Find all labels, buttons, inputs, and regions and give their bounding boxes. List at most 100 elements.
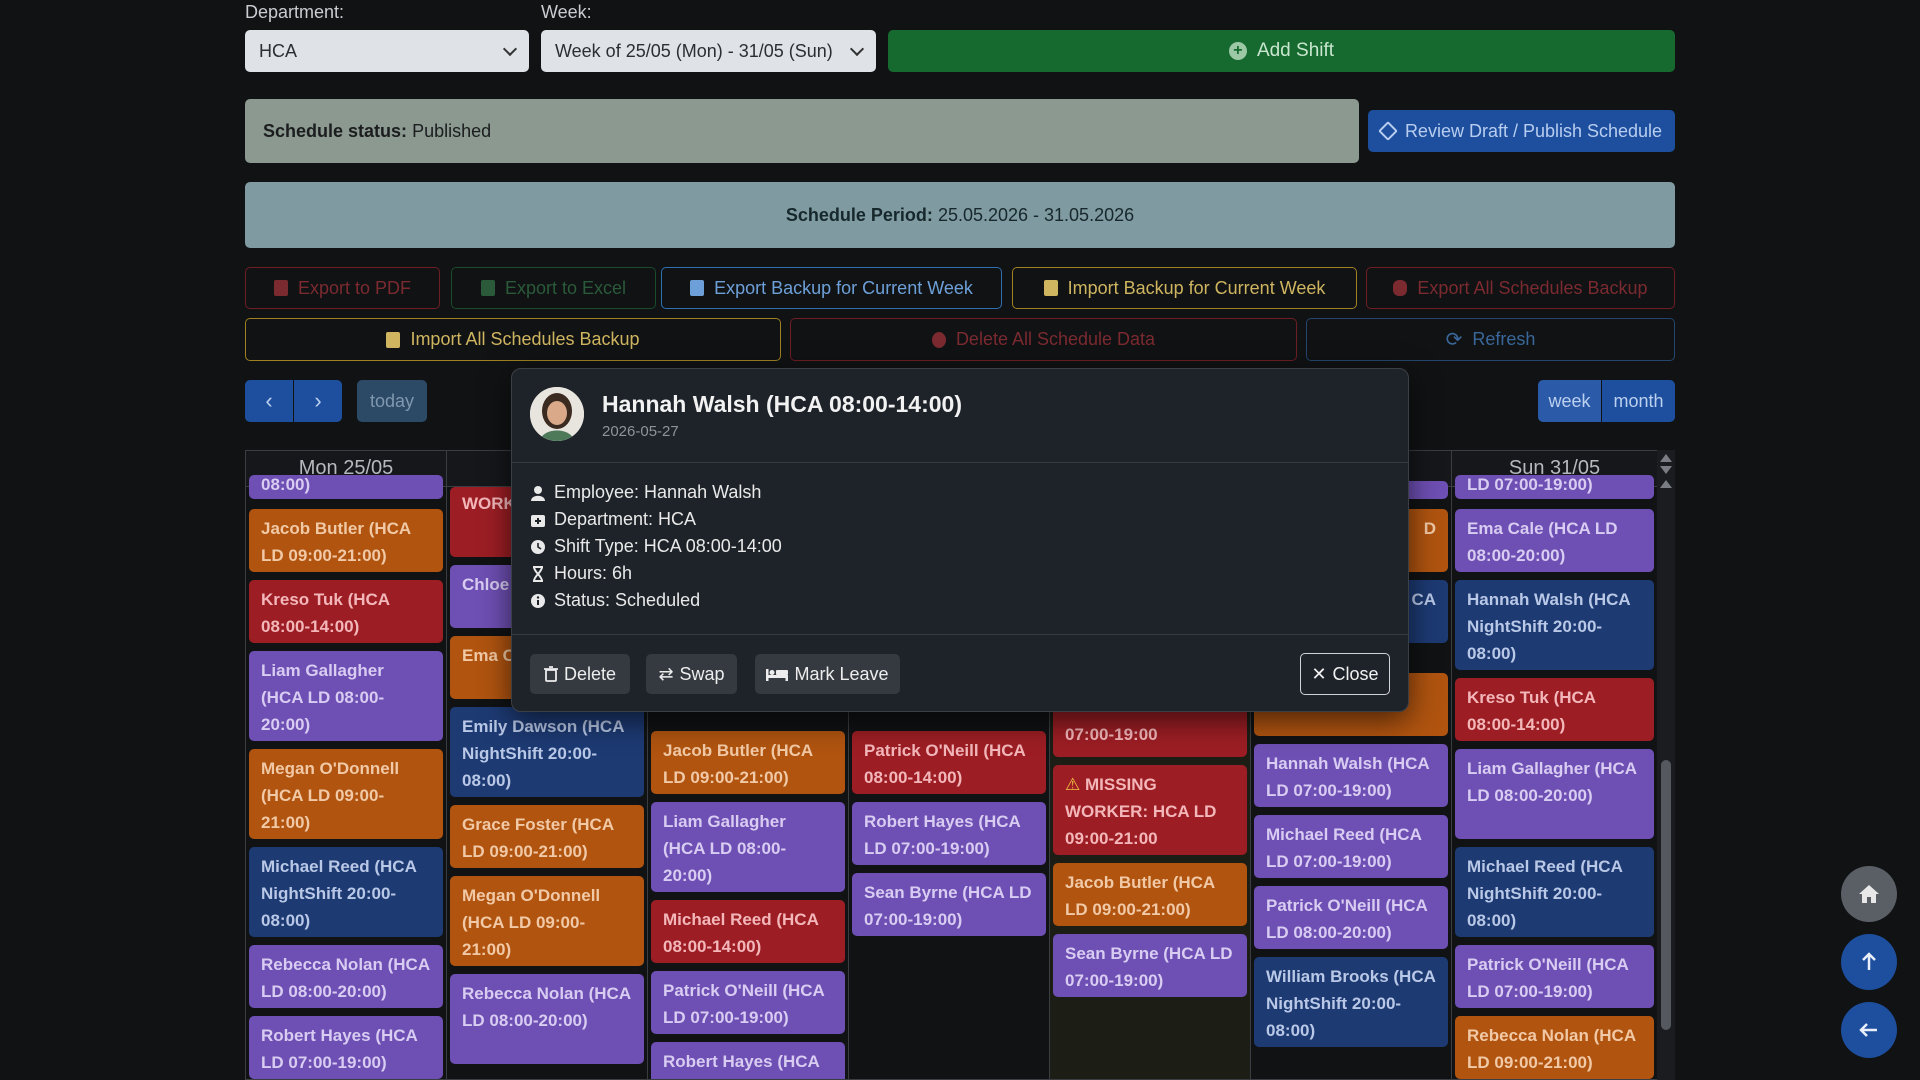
user-icon (531, 485, 545, 501)
week-view-button[interactable]: week (1538, 380, 1601, 422)
delete-all-label: Delete All Schedule Data (955, 329, 1156, 349)
shift-event[interactable]: Jacob Butler (HCA LD 09:00-21:00) (1053, 863, 1247, 926)
scroll-down-icon[interactable] (1660, 466, 1672, 474)
publish-schedule-button[interactable]: Review Draft / Publish Schedule (1368, 110, 1675, 152)
shift-event[interactable]: Michael Reed (HCA NightShift 20:00-08:00… (249, 847, 443, 937)
shift-event[interactable]: Kreso Tuk (HCA 08:00-14:00) (1455, 678, 1654, 741)
close-label: Close (1332, 663, 1379, 684)
export-pdf-button[interactable]: Export to PDF (245, 267, 440, 309)
department-text: Department: HCA (554, 509, 697, 529)
home-icon (1859, 885, 1879, 903)
shift-event[interactable]: Megan O'Donnell (HCA LD 09:00-21:00) (450, 876, 644, 966)
export-all-backup-button[interactable]: Export All Schedules Backup (1366, 267, 1675, 309)
shift-event[interactable]: Patrick O'Neill (HCA LD 08:00-20:00) (1254, 886, 1448, 949)
add-shift-button[interactable]: + Add Shift (888, 30, 1675, 72)
status-row: Status: Scheduled (530, 587, 782, 614)
server-icon (386, 331, 401, 348)
close-modal-button[interactable]: ✕ Close (1300, 653, 1390, 695)
shift-event[interactable]: Liam Gallagher (HCA LD 08:00-20:00) (249, 651, 443, 741)
missing-worker-event[interactable]: ⚠ MISSING WORKER: HCA LD 09:00-21:00 (1053, 765, 1247, 855)
shift-event[interactable]: Robert Hayes (HCA LD 07:00-19:00) (852, 802, 1046, 865)
prev-week-button[interactable]: ‹ (245, 380, 293, 422)
shift-event[interactable]: Hannah Walsh (HCA NightShift 20:00-08:00… (1455, 580, 1654, 670)
swap-shift-button[interactable]: ⇄ Swap (646, 654, 737, 694)
import-backup-week-label: Import Backup for Current Week (1067, 277, 1326, 298)
shift-event[interactable]: Rebecca Nolan (HCA LD 08:00-20:00) (450, 974, 644, 1064)
shift-event[interactable]: Patrick O'Neill (HCA LD 07:00-19:00) (651, 971, 845, 1034)
info-icon (531, 593, 545, 608)
shift-event[interactable]: 07:00-19:00 (1053, 707, 1247, 757)
schedule-period-label: Schedule Period: (785, 204, 933, 225)
shift-event[interactable]: Emily Dawson (HCA NightShift 20:00-08:00… (450, 707, 644, 797)
shift-event[interactable]: 08:00) (249, 475, 443, 499)
department-select-value: HCA (259, 40, 298, 61)
chevron-down-icon (502, 41, 518, 56)
shift-event[interactable]: Rebecca Nolan (HCA LD 09:00-21:00) (1455, 1016, 1654, 1079)
modal-body: Employee: Hannah Walsh Department: HCA S… (530, 479, 782, 614)
refresh-button[interactable]: ⟳ Refresh (1306, 318, 1675, 361)
month-view-button[interactable]: month (1602, 380, 1675, 422)
day-column-sun: Sun 31/05 LD 07:00-19:00) Ema Cale (HCA … (1452, 451, 1658, 1079)
modal-title: Hannah Walsh (HCA 08:00-14:00) (602, 391, 962, 417)
next-week-button[interactable]: › (294, 380, 342, 422)
shift-event[interactable]: Kreso Tuk (HCA 08:00-14:00) (249, 580, 443, 643)
shift-event[interactable]: Rebecca Nolan (HCA LD 08:00-20:00) (249, 945, 443, 1008)
week-select-value: Week of 25/05 (Mon) - 31/05 (Sun) (555, 40, 833, 61)
refresh-label: Refresh (1472, 329, 1536, 349)
day-column-mon: Mon 25/05 08:00) Jacob Butler (HCA LD 09… (246, 451, 447, 1079)
avatar (530, 387, 584, 441)
missing-worker-label: MISSING WORKER: HCA LD 09:00-21:00 (1065, 775, 1217, 848)
mark-leave-button[interactable]: Mark Leave (755, 654, 900, 694)
shift-event[interactable]: William Brooks (HCA NightShift 20:00-08:… (1254, 957, 1448, 1047)
shift-event[interactable]: Michael Reed (HCA NightShift 20:00-08:00… (1455, 847, 1654, 937)
scroll-top-button[interactable] (1841, 934, 1897, 990)
export-backup-week-button[interactable]: Export Backup for Current Week (661, 267, 1002, 309)
shift-event[interactable]: Michael Reed (HCA 08:00-14:00) (651, 900, 845, 963)
mark-leave-label: Mark Leave (794, 663, 889, 684)
back-button[interactable] (1841, 1002, 1897, 1058)
employee-row: Employee: Hannah Walsh (530, 479, 782, 506)
shift-event[interactable]: Jacob Butler (HCA LD 09:00-21:00) (249, 509, 443, 572)
shift-event[interactable]: Sean Byrne (HCA LD 07:00-19:00) (852, 873, 1046, 936)
shift-event[interactable]: Sean Byrne (HCA LD 07:00-19:00) (1053, 934, 1247, 997)
home-button[interactable] (1841, 866, 1897, 922)
shift-event[interactable]: Grace Foster (HCA LD 09:00-21:00) (450, 805, 644, 868)
shift-event[interactable]: Hannah Walsh (HCA LD 07:00-19:00) (1254, 744, 1448, 807)
scroll-up-icon[interactable] (1660, 454, 1672, 462)
shift-event[interactable]: Robert Hayes (HCA (651, 1042, 845, 1079)
status-text: Status: Scheduled (554, 590, 701, 610)
arrow-up-icon (1862, 952, 1876, 970)
schedule-period: Schedule Period: 25.05.2026 - 31.05.2026 (245, 182, 1675, 248)
shift-event[interactable]: Robert Hayes (HCA LD 07:00-19:00) (249, 1016, 443, 1079)
department-select[interactable]: HCA (245, 30, 529, 72)
shift-event[interactable]: Jacob Butler (HCA LD 09:00-21:00) (651, 731, 845, 794)
shift-event[interactable]: Ema Cale (HCA LD 08:00-20:00) (1455, 509, 1654, 572)
close-icon: ✕ (1311, 663, 1327, 684)
export-excel-button[interactable]: Export to Excel (451, 267, 656, 309)
trash-icon (543, 666, 558, 682)
chevron-left-icon: ‹ (265, 388, 273, 413)
shift-event[interactable]: Liam Gallagher (HCA LD 08:00-20:00) (1455, 749, 1654, 839)
delete-shift-button[interactable]: Delete (530, 654, 630, 694)
delete-all-button[interactable]: Delete All Schedule Data (790, 318, 1297, 361)
shift-event[interactable]: Patrick O'Neill (HCA 08:00-14:00) (852, 731, 1046, 794)
hours-row: Hours: 6h (530, 560, 782, 587)
hospital-icon (531, 514, 545, 527)
shift-event[interactable]: Megan O'Donnell (HCA LD 09:00-21:00) (249, 749, 443, 839)
shift-event[interactable]: Michael Reed (HCA LD 07:00-19:00) (1254, 815, 1448, 878)
pen-icon (1378, 121, 1398, 141)
shift-event[interactable]: Patrick O'Neill (HCA LD 07:00-19:00) (1455, 945, 1654, 1008)
week-select[interactable]: Week of 25/05 (Mon) - 31/05 (Sun) (541, 30, 876, 72)
import-backup-week-button[interactable]: Import Backup for Current Week (1012, 267, 1357, 309)
warning-icon: ⚠ (1065, 775, 1081, 794)
import-all-backup-button[interactable]: Import All Schedules Backup (245, 318, 781, 361)
today-button[interactable]: today (357, 380, 427, 422)
arrow-left-icon (1859, 1023, 1877, 1037)
shift-event[interactable]: LD 07:00-19:00) (1455, 475, 1654, 499)
scroll-up-icon[interactable] (1660, 480, 1672, 488)
refresh-icon: ⟳ (1445, 329, 1463, 351)
export-backup-week-label: Export Backup for Current Week (714, 277, 973, 298)
calendar-scrollbar[interactable] (1657, 450, 1675, 1080)
scroll-thumb[interactable] (1661, 760, 1671, 1030)
shift-event[interactable]: Liam Gallagher (HCA LD 08:00-20:00) (651, 802, 845, 892)
